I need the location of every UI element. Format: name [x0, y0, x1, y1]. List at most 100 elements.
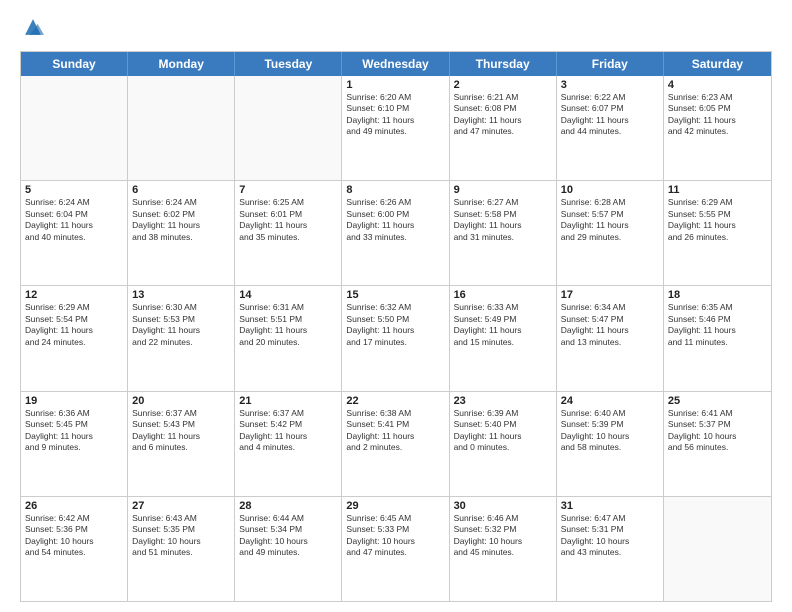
cell-text: Sunrise: 6:22 AM Sunset: 6:07 PM Dayligh… [561, 92, 659, 138]
calendar-cell-r2c5: 17Sunrise: 6:34 AM Sunset: 5:47 PM Dayli… [557, 286, 664, 390]
calendar-cell-r4c5: 31Sunrise: 6:47 AM Sunset: 5:31 PM Dayli… [557, 497, 664, 601]
calendar-row-0: 1Sunrise: 6:20 AM Sunset: 6:10 PM Daylig… [21, 76, 771, 180]
calendar-header-thursday: Thursday [450, 52, 557, 76]
cell-text: Sunrise: 6:21 AM Sunset: 6:08 PM Dayligh… [454, 92, 552, 138]
day-number: 12 [25, 289, 123, 301]
calendar-cell-r0c5: 3Sunrise: 6:22 AM Sunset: 6:07 PM Daylig… [557, 76, 664, 180]
calendar-cell-r4c4: 30Sunrise: 6:46 AM Sunset: 5:32 PM Dayli… [450, 497, 557, 601]
calendar-cell-r0c6: 4Sunrise: 6:23 AM Sunset: 6:05 PM Daylig… [664, 76, 771, 180]
day-number: 21 [239, 395, 337, 407]
calendar-header-monday: Monday [128, 52, 235, 76]
day-number: 30 [454, 500, 552, 512]
day-number: 28 [239, 500, 337, 512]
cell-text: Sunrise: 6:37 AM Sunset: 5:43 PM Dayligh… [132, 408, 230, 454]
day-number: 26 [25, 500, 123, 512]
day-number: 3 [561, 79, 659, 91]
cell-text: Sunrise: 6:29 AM Sunset: 5:54 PM Dayligh… [25, 302, 123, 348]
cell-text: Sunrise: 6:45 AM Sunset: 5:33 PM Dayligh… [346, 513, 444, 559]
cell-text: Sunrise: 6:40 AM Sunset: 5:39 PM Dayligh… [561, 408, 659, 454]
calendar-cell-r0c4: 2Sunrise: 6:21 AM Sunset: 6:08 PM Daylig… [450, 76, 557, 180]
cell-text: Sunrise: 6:42 AM Sunset: 5:36 PM Dayligh… [25, 513, 123, 559]
logo [20, 16, 48, 43]
calendar-cell-r3c6: 25Sunrise: 6:41 AM Sunset: 5:37 PM Dayli… [664, 392, 771, 496]
calendar-cell-r3c2: 21Sunrise: 6:37 AM Sunset: 5:42 PM Dayli… [235, 392, 342, 496]
calendar-cell-r2c4: 16Sunrise: 6:33 AM Sunset: 5:49 PM Dayli… [450, 286, 557, 390]
calendar-cell-r1c5: 10Sunrise: 6:28 AM Sunset: 5:57 PM Dayli… [557, 181, 664, 285]
cell-text: Sunrise: 6:37 AM Sunset: 5:42 PM Dayligh… [239, 408, 337, 454]
day-number: 10 [561, 184, 659, 196]
day-number: 27 [132, 500, 230, 512]
cell-text: Sunrise: 6:28 AM Sunset: 5:57 PM Dayligh… [561, 197, 659, 243]
day-number: 22 [346, 395, 444, 407]
calendar-cell-r4c0: 26Sunrise: 6:42 AM Sunset: 5:36 PM Dayli… [21, 497, 128, 601]
day-number: 29 [346, 500, 444, 512]
calendar-cell-r3c1: 20Sunrise: 6:37 AM Sunset: 5:43 PM Dayli… [128, 392, 235, 496]
day-number: 15 [346, 289, 444, 301]
calendar-cell-r3c0: 19Sunrise: 6:36 AM Sunset: 5:45 PM Dayli… [21, 392, 128, 496]
cell-text: Sunrise: 6:24 AM Sunset: 6:04 PM Dayligh… [25, 197, 123, 243]
header [20, 16, 772, 43]
day-number: 9 [454, 184, 552, 196]
cell-text: Sunrise: 6:36 AM Sunset: 5:45 PM Dayligh… [25, 408, 123, 454]
calendar-body: 1Sunrise: 6:20 AM Sunset: 6:10 PM Daylig… [21, 76, 771, 601]
day-number: 11 [668, 184, 767, 196]
calendar-header: SundayMondayTuesdayWednesdayThursdayFrid… [21, 52, 771, 76]
day-number: 24 [561, 395, 659, 407]
day-number: 4 [668, 79, 767, 91]
logo-icon [22, 16, 44, 38]
day-number: 1 [346, 79, 444, 91]
cell-text: Sunrise: 6:27 AM Sunset: 5:58 PM Dayligh… [454, 197, 552, 243]
day-number: 17 [561, 289, 659, 301]
cell-text: Sunrise: 6:20 AM Sunset: 6:10 PM Dayligh… [346, 92, 444, 138]
cell-text: Sunrise: 6:31 AM Sunset: 5:51 PM Dayligh… [239, 302, 337, 348]
calendar-row-3: 19Sunrise: 6:36 AM Sunset: 5:45 PM Dayli… [21, 391, 771, 496]
day-number: 2 [454, 79, 552, 91]
calendar-cell-r3c5: 24Sunrise: 6:40 AM Sunset: 5:39 PM Dayli… [557, 392, 664, 496]
calendar-cell-r2c0: 12Sunrise: 6:29 AM Sunset: 5:54 PM Dayli… [21, 286, 128, 390]
calendar-row-4: 26Sunrise: 6:42 AM Sunset: 5:36 PM Dayli… [21, 496, 771, 601]
day-number: 6 [132, 184, 230, 196]
calendar-cell-r4c3: 29Sunrise: 6:45 AM Sunset: 5:33 PM Dayli… [342, 497, 449, 601]
calendar-cell-r4c6 [664, 497, 771, 601]
day-number: 5 [25, 184, 123, 196]
calendar-header-wednesday: Wednesday [342, 52, 449, 76]
calendar-cell-r0c3: 1Sunrise: 6:20 AM Sunset: 6:10 PM Daylig… [342, 76, 449, 180]
day-number: 16 [454, 289, 552, 301]
calendar-row-2: 12Sunrise: 6:29 AM Sunset: 5:54 PM Dayli… [21, 285, 771, 390]
calendar-cell-r2c3: 15Sunrise: 6:32 AM Sunset: 5:50 PM Dayli… [342, 286, 449, 390]
cell-text: Sunrise: 6:47 AM Sunset: 5:31 PM Dayligh… [561, 513, 659, 559]
calendar-header-friday: Friday [557, 52, 664, 76]
calendar-cell-r4c2: 28Sunrise: 6:44 AM Sunset: 5:34 PM Dayli… [235, 497, 342, 601]
day-number: 20 [132, 395, 230, 407]
cell-text: Sunrise: 6:43 AM Sunset: 5:35 PM Dayligh… [132, 513, 230, 559]
calendar-header-tuesday: Tuesday [235, 52, 342, 76]
cell-text: Sunrise: 6:34 AM Sunset: 5:47 PM Dayligh… [561, 302, 659, 348]
calendar-cell-r2c2: 14Sunrise: 6:31 AM Sunset: 5:51 PM Dayli… [235, 286, 342, 390]
cell-text: Sunrise: 6:46 AM Sunset: 5:32 PM Dayligh… [454, 513, 552, 559]
cell-text: Sunrise: 6:44 AM Sunset: 5:34 PM Dayligh… [239, 513, 337, 559]
calendar-header-sunday: Sunday [21, 52, 128, 76]
calendar-cell-r1c2: 7Sunrise: 6:25 AM Sunset: 6:01 PM Daylig… [235, 181, 342, 285]
day-number: 14 [239, 289, 337, 301]
cell-text: Sunrise: 6:33 AM Sunset: 5:49 PM Dayligh… [454, 302, 552, 348]
calendar-cell-r1c0: 5Sunrise: 6:24 AM Sunset: 6:04 PM Daylig… [21, 181, 128, 285]
day-number: 19 [25, 395, 123, 407]
calendar-cell-r3c4: 23Sunrise: 6:39 AM Sunset: 5:40 PM Dayli… [450, 392, 557, 496]
day-number: 31 [561, 500, 659, 512]
calendar-cell-r0c0 [21, 76, 128, 180]
calendar-cell-r0c2 [235, 76, 342, 180]
day-number: 25 [668, 395, 767, 407]
cell-text: Sunrise: 6:29 AM Sunset: 5:55 PM Dayligh… [668, 197, 767, 243]
day-number: 13 [132, 289, 230, 301]
calendar-cell-r1c1: 6Sunrise: 6:24 AM Sunset: 6:02 PM Daylig… [128, 181, 235, 285]
cell-text: Sunrise: 6:39 AM Sunset: 5:40 PM Dayligh… [454, 408, 552, 454]
page: SundayMondayTuesdayWednesdayThursdayFrid… [0, 0, 792, 612]
cell-text: Sunrise: 6:26 AM Sunset: 6:00 PM Dayligh… [346, 197, 444, 243]
cell-text: Sunrise: 6:41 AM Sunset: 5:37 PM Dayligh… [668, 408, 767, 454]
day-number: 8 [346, 184, 444, 196]
calendar-cell-r1c6: 11Sunrise: 6:29 AM Sunset: 5:55 PM Dayli… [664, 181, 771, 285]
calendar-cell-r4c1: 27Sunrise: 6:43 AM Sunset: 5:35 PM Dayli… [128, 497, 235, 601]
cell-text: Sunrise: 6:38 AM Sunset: 5:41 PM Dayligh… [346, 408, 444, 454]
calendar-header-saturday: Saturday [664, 52, 771, 76]
day-number: 18 [668, 289, 767, 301]
